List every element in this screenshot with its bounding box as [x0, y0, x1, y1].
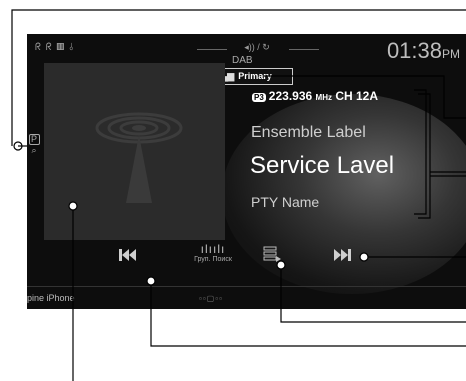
callout-lines — [11, 9, 466, 381]
